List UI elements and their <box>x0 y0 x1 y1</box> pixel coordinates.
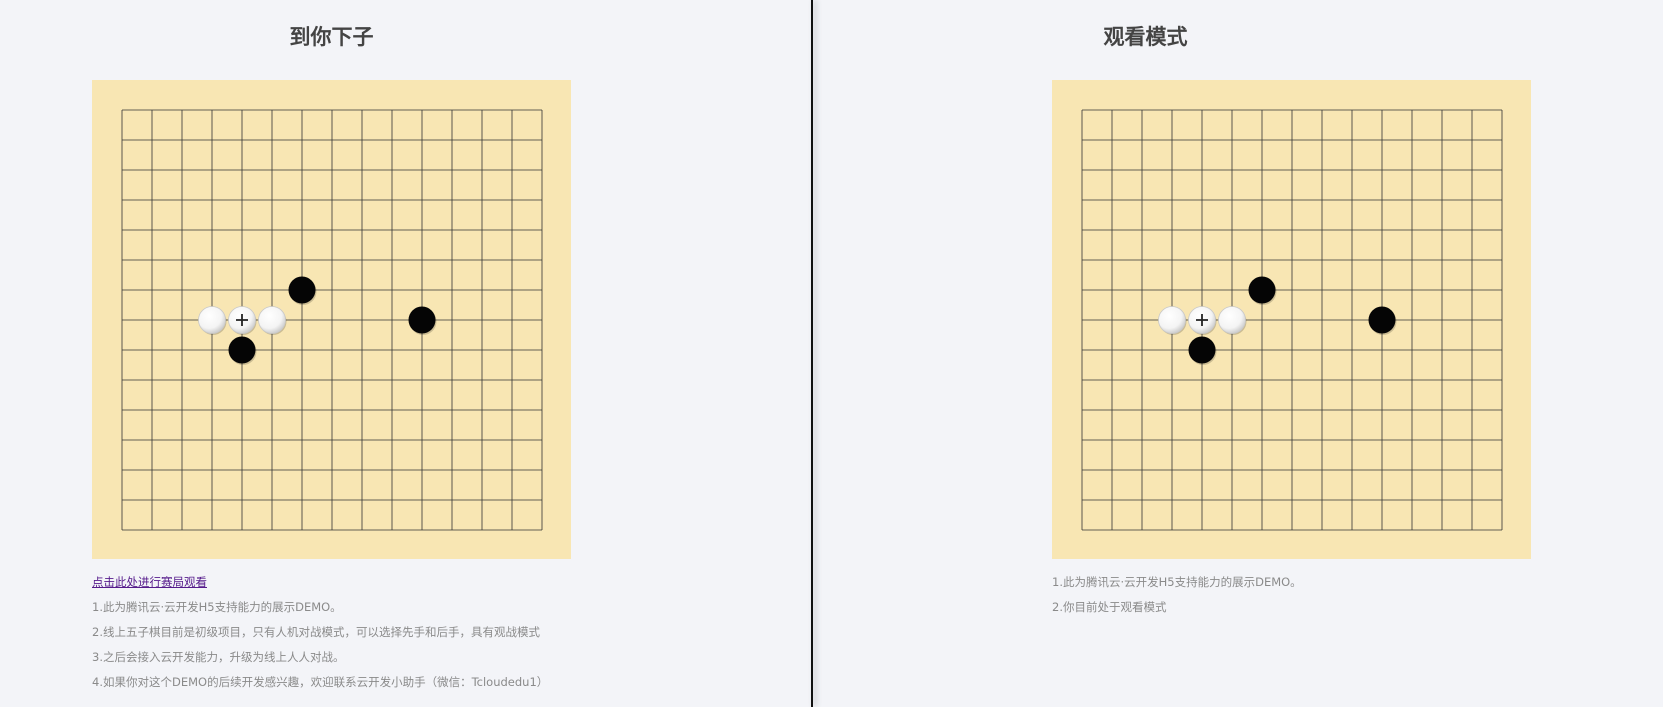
black-stone <box>288 276 317 305</box>
info-note: 4.如果你对这个DEMO的后续开发感兴趣，欢迎联系云开发小助手（微信：Tclou… <box>92 675 549 689</box>
info-note: 2.你目前处于观看模式 <box>1052 600 1167 614</box>
watch-game-link[interactable]: 点击此处进行赛局观看 <box>92 575 207 589</box>
board-grid <box>1081 109 1503 531</box>
black-stone <box>1368 306 1397 335</box>
black-stone <box>408 306 437 335</box>
info-panel: 1.此为腾讯云·云开发H5支持能力的展示DEMO。 2.你目前处于观看模式 <box>1052 570 1302 620</box>
white-stone <box>1218 306 1247 335</box>
board-canvas[interactable] <box>92 80 571 559</box>
turn-title: 到你下子 <box>289 25 374 49</box>
white-stone <box>228 306 257 335</box>
info-note: 3.之后会接入云开发能力，升级为线上人人对战。 <box>92 650 345 664</box>
white-stone <box>1158 306 1187 335</box>
board-grid <box>121 109 543 531</box>
game-board[interactable] <box>92 80 571 559</box>
info-panel: 点击此处进行赛局观看 1.此为腾讯云·云开发H5支持能力的展示DEMO。 2.线… <box>92 570 548 695</box>
info-note: 1.此为腾讯云·云开发H5支持能力的展示DEMO。 <box>92 600 342 614</box>
black-stone <box>228 336 257 365</box>
watch-mode-title: 观看模式 <box>1103 25 1188 49</box>
info-note: 1.此为腾讯云·云开发H5支持能力的展示DEMO。 <box>1052 575 1302 589</box>
black-stone <box>1188 336 1217 365</box>
black-stone <box>1248 276 1277 305</box>
player-pane: 到你下子 点击此处进行赛局观看 1.此为腾讯云·云开发H5支持能力的展示DEMO… <box>0 0 811 707</box>
white-stone <box>198 306 227 335</box>
white-stone <box>1188 306 1217 335</box>
spectator-pane: 观看模式 1.此为腾讯云·云开发H5支持能力的展示DEMO。 2.你目前处于观看… <box>814 0 1663 707</box>
info-note: 2.线上五子棋目前是初级项目，只有人机对战模式，可以选择先手和后手，具有观战模式 <box>92 625 540 639</box>
spectator-board <box>1052 80 1531 559</box>
white-stone <box>258 306 287 335</box>
pane-divider <box>811 0 813 707</box>
board-canvas <box>1081 109 1503 531</box>
